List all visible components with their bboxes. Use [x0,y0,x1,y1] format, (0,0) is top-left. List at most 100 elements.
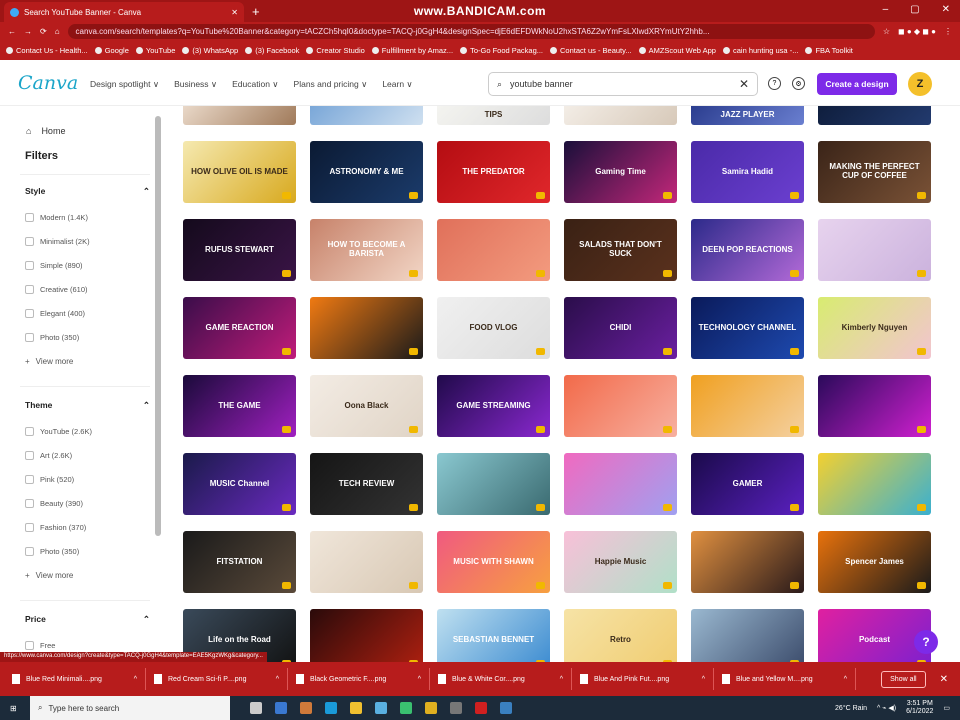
download-item[interactable]: Black Geometric F....png ^ [288,668,430,690]
filter-option[interactable]: Fashion (370) [25,515,150,539]
show-all-button[interactable]: Show all [881,670,926,688]
reload-icon[interactable]: ⟳ [40,27,47,36]
template-thumbnail[interactable]: RUFUS STEWART [183,219,296,281]
edge-icon[interactable] [325,702,337,714]
weather[interactable]: 26°C Rain [835,705,867,712]
view-more-button[interactable]: + View more [25,563,150,587]
task-view-icon[interactable] [250,702,262,714]
canva-logo[interactable]: Canva [18,72,78,94]
filter-option[interactable]: Free [25,633,150,652]
template-thumbnail[interactable]: Gaming Time [564,141,677,203]
template-thumbnail[interactable] [818,375,931,437]
checkbox[interactable] [25,474,34,484]
windows-start-icon[interactable]: ⊞ [10,704,17,713]
filter-option[interactable]: Photo (350) [25,325,150,349]
filter-option[interactable]: Minimalist (2K) [25,229,150,253]
template-thumbnail[interactable]: Oona Black [310,375,423,437]
checkbox[interactable] [25,212,34,222]
template-thumbnail[interactable] [437,219,550,281]
home-icon[interactable]: ⌂ [55,27,60,36]
chrome-icon[interactable] [450,702,462,714]
checkbox[interactable] [25,546,34,556]
template-thumbnail[interactable]: GAMER [691,453,804,515]
checkbox[interactable] [25,308,34,318]
close-downloads-icon[interactable]: ✕ [940,674,948,685]
maximize-icon[interactable]: ▢ [910,4,919,15]
template-thumbnail[interactable] [564,106,677,125]
section-header[interactable]: Price ⌃ [25,614,150,625]
template-thumbnail[interactable]: HOW TO BECOME A BARISTA [310,219,423,281]
template-thumbnail[interactable]: MUSIC Channel [183,453,296,515]
app-icon[interactable] [400,702,412,714]
download-item[interactable]: Blue And Pink Fut....png ^ [572,668,714,690]
chevron-up-icon[interactable]: ^ [418,676,421,683]
template-thumbnail[interactable]: FITSTATION [183,531,296,593]
filter-option[interactable]: Simple (890) [25,253,150,277]
template-thumbnail[interactable] [691,375,804,437]
bookmark[interactable]: Contact Us - Health... [6,46,88,55]
help-icon[interactable]: ? [768,77,781,90]
template-thumbnail[interactable]: Spencer James [818,531,931,593]
nav-item[interactable]: Education ∨ [232,79,278,90]
filter-option[interactable]: Pink (520) [25,467,150,491]
download-item[interactable]: Blue & White Cor....png ^ [430,668,572,690]
template-thumbnail[interactable]: THE PREDATOR [437,141,550,203]
template-thumbnail[interactable]: Happie Music [564,531,677,593]
photos-icon[interactable] [500,702,512,714]
bookmark[interactable]: Google [94,46,129,55]
close-window-icon[interactable]: ✕ [942,4,950,15]
filter-option[interactable]: Creative (610) [25,277,150,301]
template-thumbnail[interactable] [564,375,677,437]
checkbox[interactable] [25,450,34,460]
avatar[interactable]: Z [908,72,932,96]
checkbox[interactable] [25,236,34,246]
search-input[interactable]: ⌕ youtube banner ✕ [488,72,758,96]
chevron-up-icon[interactable]: ^ [560,676,563,683]
extensions-icon[interactable]: ◼ ● ◆ ◼ ● [898,27,936,36]
template-thumbnail[interactable]: HOW OLIVE OIL IS MADE [183,141,296,203]
close-tab-icon[interactable]: ✕ [231,8,238,17]
app-icon[interactable] [375,702,387,714]
chevron-up-icon[interactable]: ^ [134,676,137,683]
bookmark[interactable]: cain hunting usa -... [722,46,798,55]
template-thumbnail[interactable] [183,106,296,125]
template-thumbnail[interactable] [310,297,423,359]
template-thumbnail[interactable] [310,531,423,593]
download-item[interactable]: Blue Red Minimali....png ^ [4,668,146,690]
minimize-icon[interactable]: – [883,4,889,15]
checkbox[interactable] [25,332,34,342]
sidebar-scrollbar[interactable] [155,116,161,536]
app-icon[interactable] [275,702,287,714]
template-thumbnail[interactable] [310,106,423,125]
checkbox[interactable] [25,522,34,532]
nav-item[interactable]: Plans and pricing ∨ [294,79,368,90]
menu-icon[interactable]: ⋮ [944,27,952,36]
template-thumbnail[interactable]: GAME REACTION [183,297,296,359]
chevron-up-icon[interactable]: ⌃ [143,614,150,625]
back-icon[interactable]: ← [8,27,16,36]
home-link[interactable]: ⌂ Home [26,126,65,136]
template-thumbnail[interactable] [564,453,677,515]
bookmark[interactable]: (3) Facebook [245,46,299,55]
notifications-icon[interactable]: ▭ [943,704,950,712]
gear-icon[interactable]: ⚙ [792,77,805,90]
download-item[interactable]: Blue and Yellow M....png ^ [714,668,856,690]
template-thumbnail[interactable]: TECH REVIEW [310,453,423,515]
template-thumbnail[interactable] [818,106,931,125]
template-thumbnail[interactable]: MAKING THE PERFECT CUP OF COFFEE [818,141,931,203]
template-thumbnail[interactable]: TIPS [437,106,550,125]
bandicam-icon[interactable] [475,702,487,714]
tray-icons[interactable]: ^ ⌁ ◀) [877,704,896,712]
clock[interactable]: 3:51 PM 6/1/2022 [906,700,933,717]
template-thumbnail[interactable]: ASTRONOMY & ME [310,141,423,203]
chevron-up-icon[interactable]: ⌃ [143,400,150,411]
bookmark[interactable]: AMZScout Web App [638,46,716,55]
bookmark[interactable]: Creator Studio [306,46,365,55]
chrome-icon[interactable] [425,702,437,714]
template-thumbnail[interactable] [818,219,931,281]
new-tab-button[interactable]: + [252,4,260,19]
bookmark[interactable]: (3) WhatsApp [182,46,238,55]
bookmark[interactable]: YouTube [135,46,175,55]
template-thumbnail[interactable]: TECHNOLOGY CHANNEL [691,297,804,359]
template-thumbnail[interactable]: Samira Hadid [691,141,804,203]
